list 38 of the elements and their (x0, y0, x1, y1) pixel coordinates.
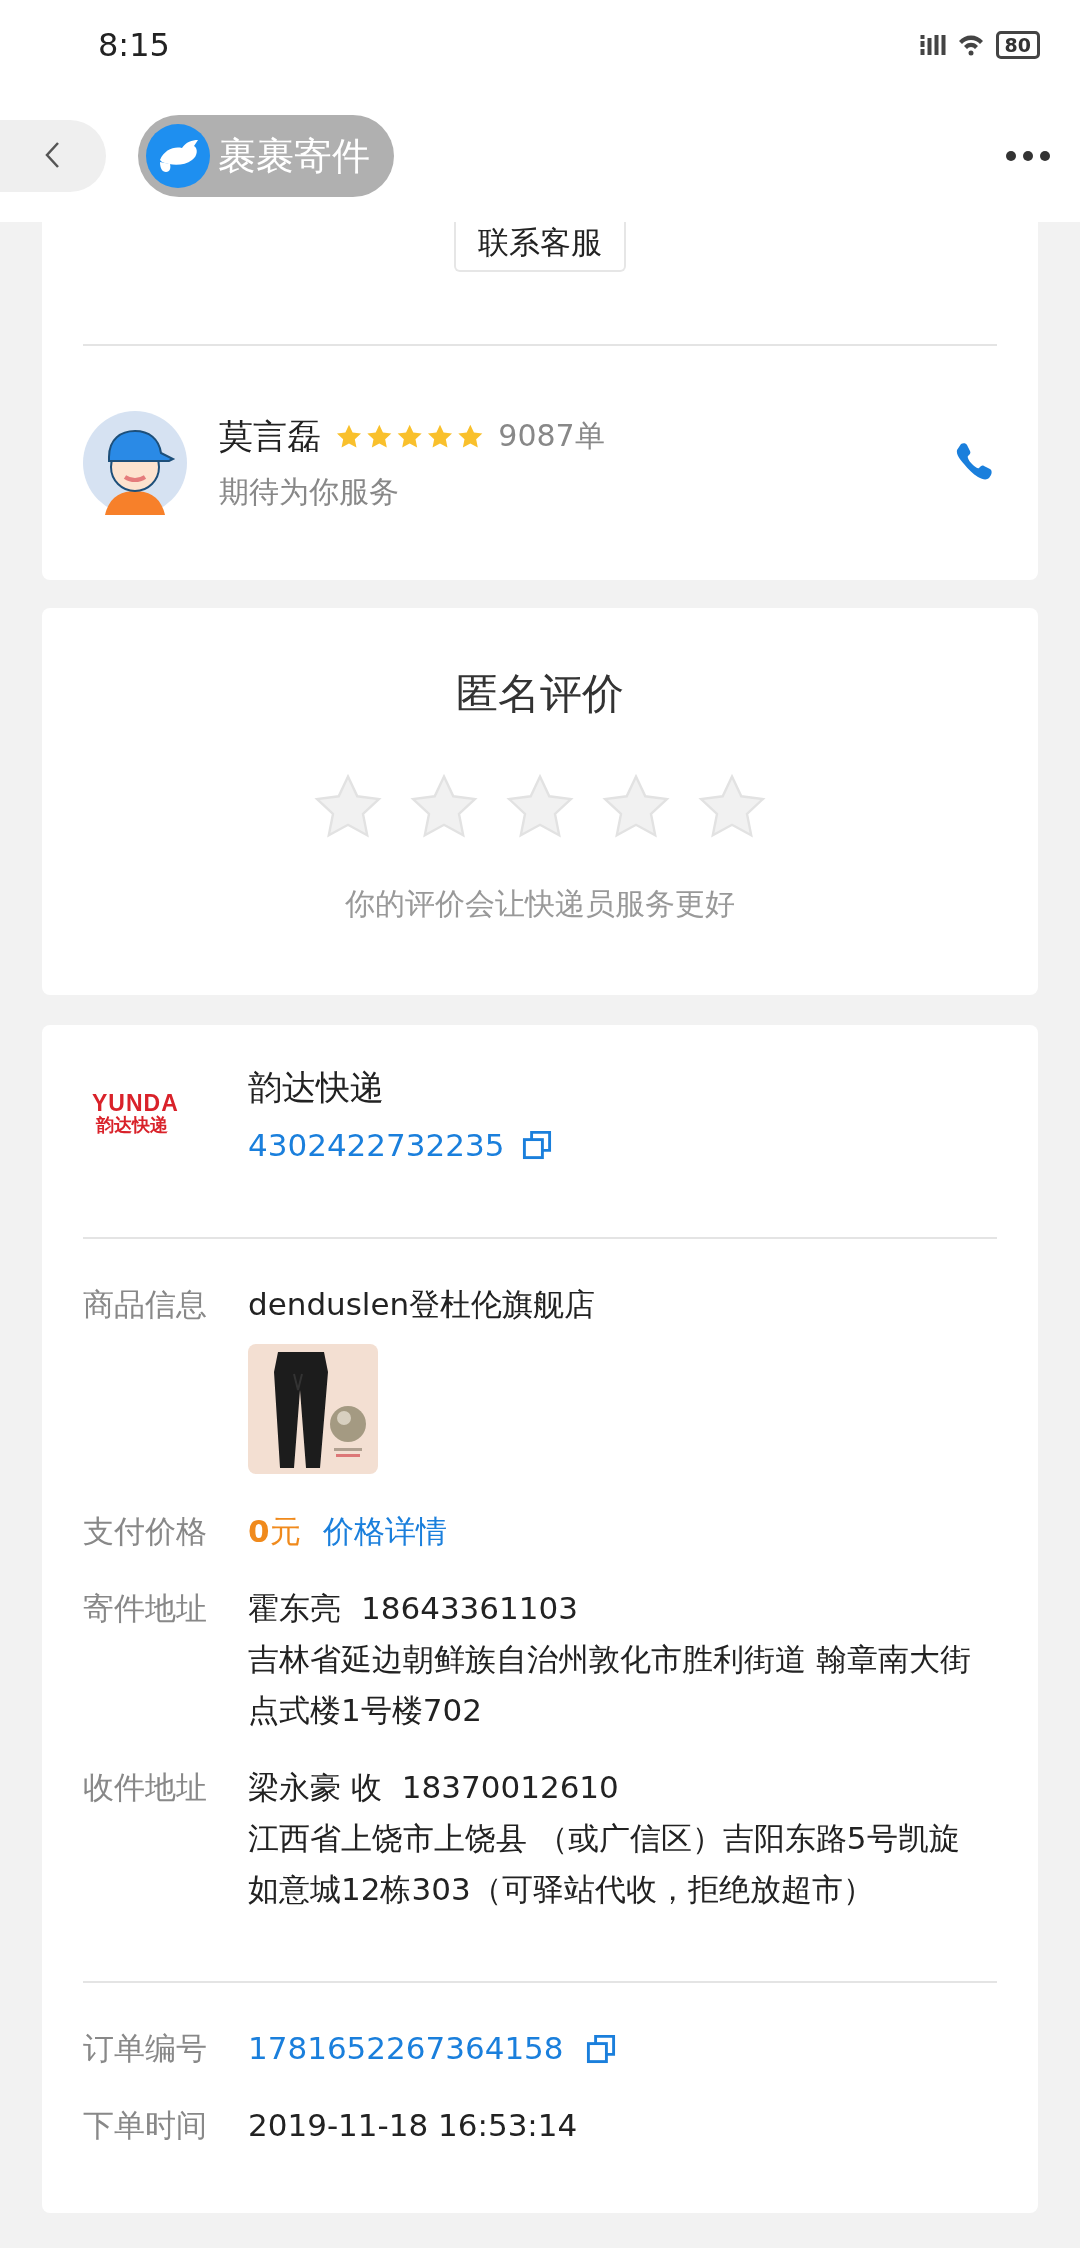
contact-name: 霍东亮 (248, 1589, 341, 1628)
copy-icon[interactable] (585, 2033, 616, 2064)
field-label: 收件地址 (83, 1768, 208, 1807)
contact-phone: 18370012610 (401, 1768, 619, 1807)
carrier-name: 韵达快递 (248, 1066, 385, 1109)
battery-level: 80 (995, 31, 1040, 59)
status-time: 8:15 (98, 26, 170, 64)
courier-slogan: 期待为你服务 (219, 472, 400, 511)
contact-phone: 18643361103 (361, 1589, 578, 1628)
address-text: 吉林省延边朝鲜族自治州敦化市胜利街道 翰章南大街点式楼1号楼702 (248, 1640, 972, 1730)
order-number[interactable]: 1781652267364158 (248, 2023, 564, 2074)
wifi-icon (957, 34, 984, 56)
store-name: denduslen登杜伦旗舰店 (248, 1285, 597, 1324)
price-details-link[interactable]: 价格详情 (322, 1506, 447, 1557)
rating-title: 匿名评价 (456, 668, 624, 720)
field-label: 订单编号 (83, 2029, 208, 2068)
carrier-logo-subtitle: 韵达快递 (96, 1115, 168, 1135)
field-label: 支付价格 (83, 1512, 208, 1551)
app-title: 裹裹寄件 (218, 132, 370, 180)
order-time: 2019-11-18 16:53:14 (248, 2106, 578, 2145)
address-text: 江西省上饶市上饶县 （或广信区）吉阳东路5号凯旋如意城12栋303（可驿站代收，拒绝放超市） (248, 1819, 961, 1909)
mini-app-title-pill[interactable]: 裹裹寄件 (138, 115, 394, 197)
tracking-number[interactable]: 4302422732235 (248, 1127, 505, 1163)
copy-icon[interactable] (522, 1130, 553, 1160)
order-count: 9087单 (498, 417, 605, 455)
signal-icon (919, 35, 946, 55)
courier-avatar-icon (83, 411, 187, 515)
field-label: 商品信息 (83, 1285, 208, 1324)
more-menu-icon[interactable] (1006, 151, 1050, 161)
courier-name: 莫言磊 (219, 414, 321, 458)
carrier-logo-text: YUNDA (92, 1091, 179, 1115)
field-label: 寄件地址 (83, 1589, 208, 1628)
rating-hint: 你的评价会让快递员服务更好 (345, 885, 735, 923)
contact-name: 梁永豪 收 (248, 1768, 382, 1807)
contact-service-button[interactable]: 联系客服 (454, 222, 626, 272)
field-label: 下单时间 (83, 2106, 208, 2145)
bird-logo-icon (146, 124, 210, 188)
price-value: 0元 (248, 1512, 301, 1551)
